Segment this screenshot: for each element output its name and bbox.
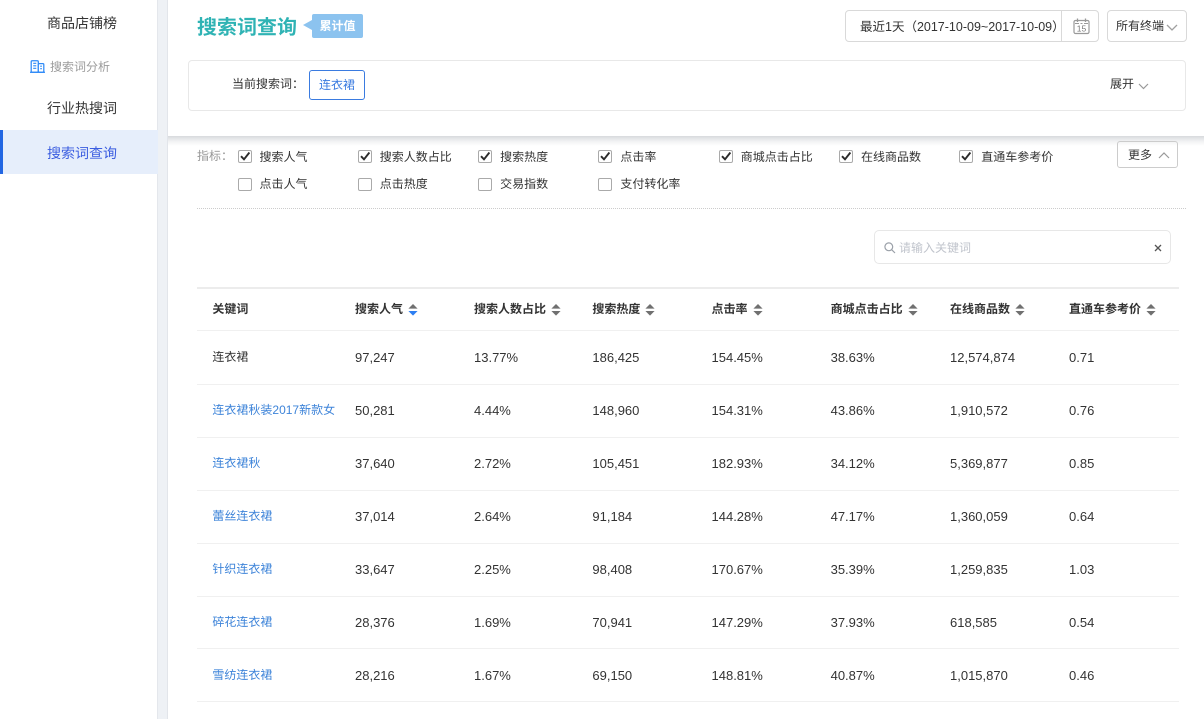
svg-text:15: 15 — [1077, 24, 1087, 34]
